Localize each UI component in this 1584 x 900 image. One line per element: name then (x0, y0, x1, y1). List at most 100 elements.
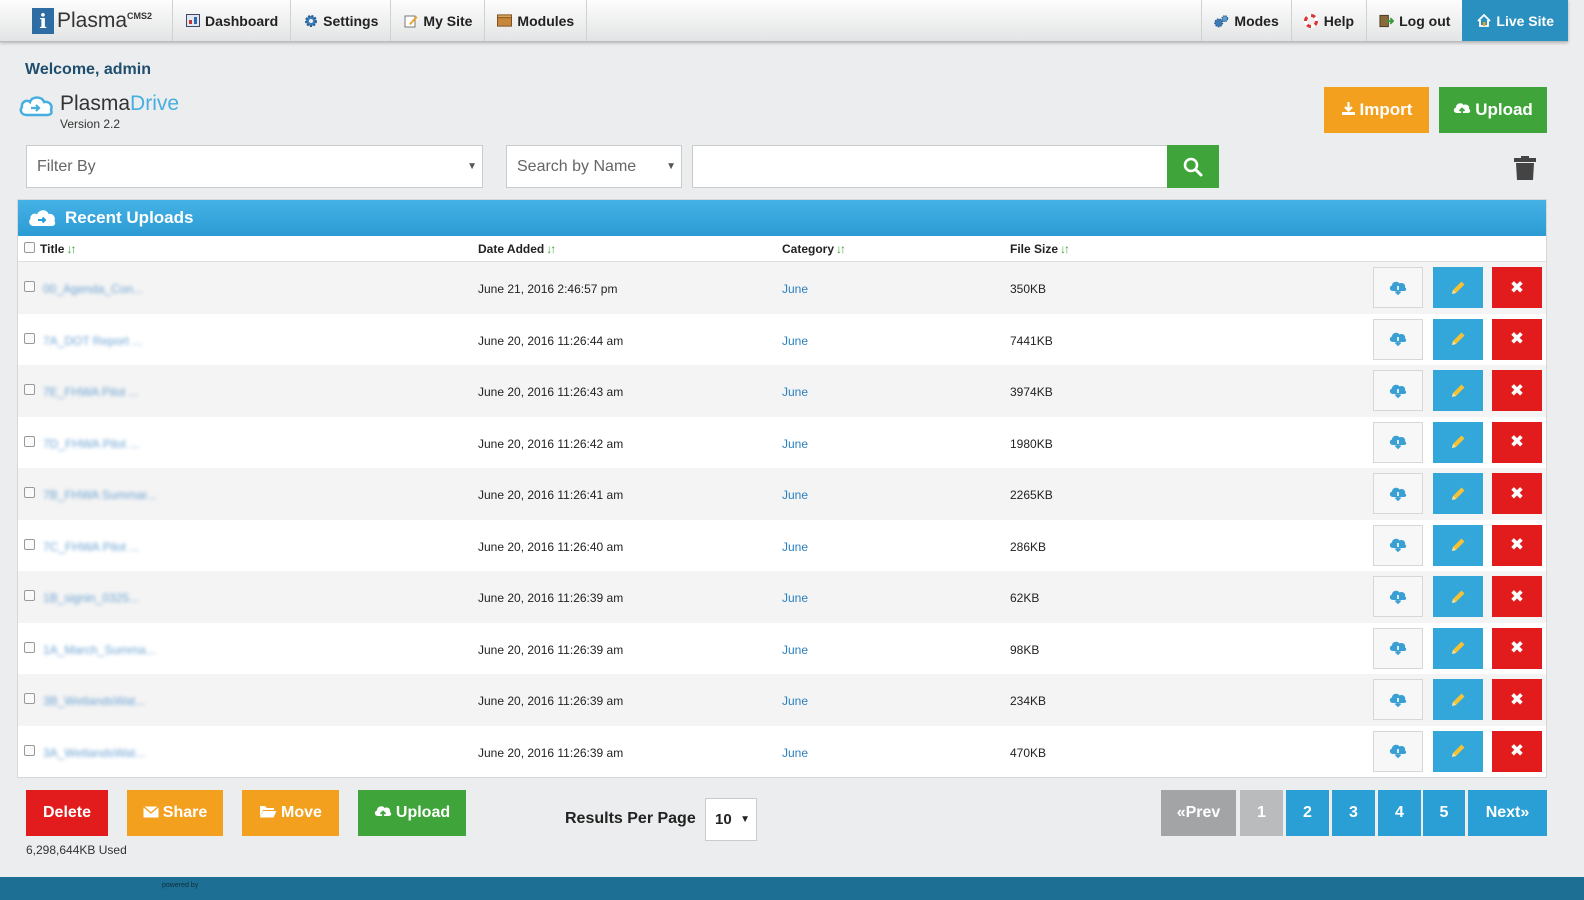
delete-row-button[interactable]: ✖ (1492, 267, 1542, 308)
download-button[interactable] (1373, 267, 1423, 308)
file-category-link[interactable]: June (782, 282, 808, 296)
file-category-link[interactable]: June (782, 540, 808, 554)
trash-button[interactable] (1512, 155, 1538, 181)
row-checkbox[interactable] (24, 590, 35, 601)
delete-row-button[interactable]: ✖ (1492, 421, 1542, 463)
download-button[interactable] (1373, 627, 1423, 669)
file-title-link[interactable]: 7E_FHWA Pilot ... (43, 385, 139, 399)
edit-button[interactable] (1433, 524, 1483, 566)
file-title-link[interactable]: 3B_WetlandsWat... (43, 694, 145, 708)
file-category-link[interactable]: June (782, 385, 808, 399)
filter-by-select[interactable]: Filter By ▼ (26, 145, 483, 188)
edit-button[interactable] (1433, 679, 1483, 720)
delete-row-button[interactable]: ✖ (1492, 473, 1542, 514)
move-button[interactable]: Move (242, 790, 339, 836)
delete-row-button[interactable]: ✖ (1492, 627, 1542, 669)
file-category-link[interactable]: June (782, 488, 808, 502)
download-button[interactable] (1373, 421, 1423, 463)
nav-modules[interactable]: Modules (484, 0, 588, 41)
row-checkbox[interactable] (24, 435, 35, 447)
file-size: 7441KB (1010, 333, 1053, 348)
file-category-link[interactable]: June (782, 437, 808, 451)
file-category-link[interactable]: June (782, 694, 808, 708)
upload-button-bottom[interactable]: Upload (358, 790, 466, 836)
file-title-link[interactable]: 1A_March_Summa... (43, 643, 156, 657)
download-button[interactable] (1373, 679, 1423, 720)
search-by-select[interactable]: Search by Name ▼ (506, 145, 682, 188)
pager-next[interactable]: Next» (1468, 790, 1547, 836)
nav-settings[interactable]: Settings (290, 0, 390, 41)
upload-button-top[interactable]: Upload (1439, 87, 1547, 133)
results-per-page-select[interactable]: 10 ▼ (705, 798, 757, 841)
delete-row-button[interactable]: ✖ (1492, 318, 1542, 360)
column-file-size[interactable]: File Size ↓↑ (1010, 242, 1070, 256)
delete-row-button[interactable]: ✖ (1492, 370, 1542, 411)
search-button[interactable] (1167, 145, 1219, 188)
nav-help-label: Help (1323, 12, 1355, 29)
table-row: 1A_March_Summa... June 20, 2016 11:26:39 … (18, 623, 1546, 675)
nav-dashboard[interactable]: Dashboard (172, 0, 290, 41)
cloud-download-icon (1389, 331, 1407, 347)
column-category[interactable]: Category ↓↑ (782, 242, 846, 256)
file-title-link[interactable]: 00_Agenda_Con... (43, 282, 143, 296)
select-all-checkbox[interactable] (24, 242, 35, 253)
pager-page-2[interactable]: 2 (1286, 790, 1329, 836)
download-button[interactable] (1373, 576, 1423, 617)
download-button[interactable] (1373, 318, 1423, 360)
row-checkbox[interactable] (24, 332, 35, 344)
edit-button[interactable] (1433, 421, 1483, 463)
delete-row-button[interactable]: ✖ (1492, 524, 1542, 566)
search-input[interactable] (692, 145, 1168, 188)
row-checkbox[interactable] (24, 641, 35, 653)
pager-prev[interactable]: «Prev (1161, 790, 1236, 836)
download-button[interactable] (1373, 730, 1423, 772)
delete-row-button[interactable]: ✖ (1492, 679, 1542, 720)
nav-my-site[interactable]: My Site (390, 0, 484, 41)
column-title[interactable]: Title ↓↑ (40, 242, 76, 256)
edit-button[interactable] (1433, 318, 1483, 360)
pager-page-4[interactable]: 4 (1378, 790, 1421, 836)
nav-logout[interactable]: Log out (1366, 0, 1462, 41)
delete-button[interactable]: Delete (26, 790, 108, 836)
share-button[interactable]: Share (127, 790, 223, 836)
file-category-link[interactable]: June (782, 643, 808, 657)
row-checkbox[interactable] (24, 538, 35, 550)
delete-row-button[interactable]: ✖ (1492, 576, 1542, 617)
nav-help[interactable]: Help (1290, 0, 1366, 41)
file-title-link[interactable]: 7B_FHWA Summar... (43, 488, 157, 502)
row-checkbox[interactable] (24, 281, 35, 292)
edit-button[interactable] (1433, 730, 1483, 772)
pager-page-1[interactable]: 1 (1240, 790, 1283, 836)
row-checkbox[interactable] (24, 384, 35, 395)
row-checkbox[interactable] (24, 744, 35, 756)
edit-button[interactable] (1433, 267, 1483, 308)
import-button[interactable]: Import (1324, 87, 1429, 133)
nav-logout-label: Log out (1399, 12, 1451, 29)
nav-live-site[interactable]: Live Site (1462, 0, 1568, 41)
brand[interactable]: i PlasmaCMS2 (0, 0, 172, 41)
column-date-added[interactable]: Date Added ↓↑ (478, 242, 556, 256)
file-title-link[interactable]: 7A_DOT Report ... (43, 334, 142, 348)
file-title-link[interactable]: 7D_FHWA Pilot ... (43, 437, 139, 451)
file-title-link[interactable]: 1B_signin_0325... (43, 591, 139, 605)
download-button[interactable] (1373, 524, 1423, 566)
edit-button[interactable] (1433, 473, 1483, 514)
row-checkbox[interactable] (24, 693, 35, 704)
file-category-link[interactable]: June (782, 746, 808, 760)
download-button[interactable] (1373, 473, 1423, 514)
edit-button[interactable] (1433, 370, 1483, 411)
delete-row-button[interactable]: ✖ (1492, 730, 1542, 772)
nav-modes[interactable]: Modes (1201, 0, 1290, 41)
file-category-link[interactable]: June (782, 591, 808, 605)
file-category-link[interactable]: June (782, 334, 808, 348)
row-checkbox[interactable] (24, 487, 35, 498)
file-date: June 20, 2016 11:26:40 am (478, 539, 624, 554)
sort-icon: ↓↑ (66, 242, 76, 256)
edit-button[interactable] (1433, 576, 1483, 617)
pager-page-5[interactable]: 5 (1423, 790, 1465, 836)
pager-page-3[interactable]: 3 (1332, 790, 1375, 836)
edit-button[interactable] (1433, 627, 1483, 669)
file-title-link[interactable]: 3A_WetlandsWat... (43, 746, 145, 760)
download-button[interactable] (1373, 370, 1423, 411)
file-title-link[interactable]: 7C_FHWA Pilot ... (43, 540, 139, 554)
